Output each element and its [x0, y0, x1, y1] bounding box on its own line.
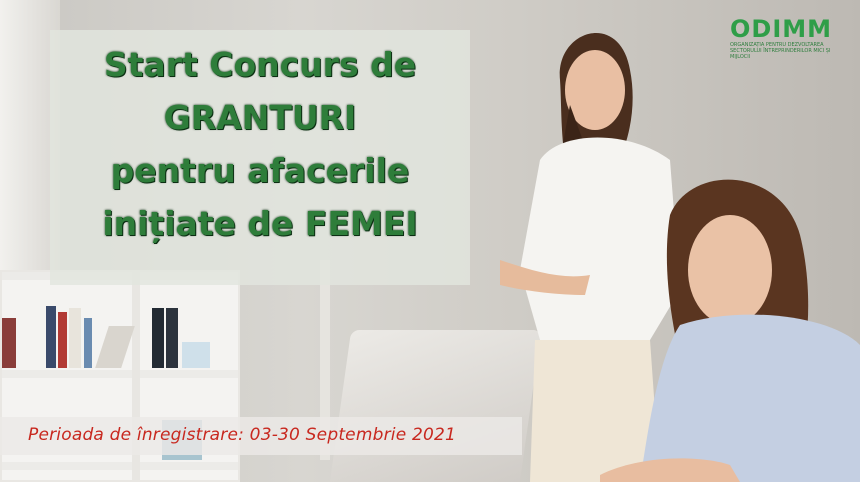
odimm-logo: ODIMM ORGANIZAȚIA PENTRU DEZVOLTAREA SEC…	[730, 15, 852, 60]
headline: Start Concurs de GRANTURI pentru afaceri…	[50, 38, 470, 250]
logo-mark: ODIMM	[730, 15, 833, 43]
headline-line-3: pentru afacerile	[110, 151, 410, 190]
headline-line-4: inițiate de FEMEI	[102, 204, 418, 243]
logo-subtitle: ORGANIZAȚIA PENTRU DEZVOLTAREA SECTORULU…	[730, 42, 831, 60]
sitting-woman	[600, 179, 860, 482]
headline-line-1: Start Concurs de	[103, 45, 417, 84]
registration-period: Perioada de înregistrare: 03-30 Septembr…	[28, 425, 457, 445]
headline-line-2: GRANTURI	[163, 98, 357, 137]
